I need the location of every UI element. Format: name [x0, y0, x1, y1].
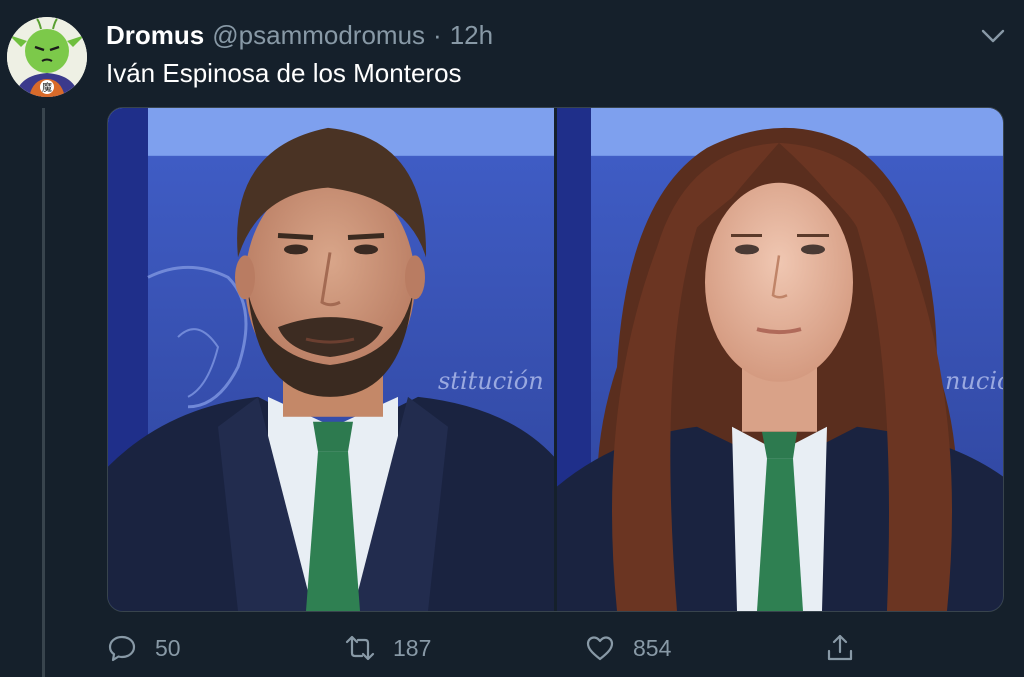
svg-text:stitución: stitución: [438, 367, 544, 395]
share-icon: [827, 634, 853, 661]
thread-line: [42, 108, 45, 677]
separator-dot: ·: [433, 20, 442, 50]
avatar[interactable]: 魔: [7, 17, 87, 97]
retweet-button[interactable]: 187: [345, 628, 431, 668]
tweet-actions: 50 187 854: [107, 628, 867, 668]
reply-count: 50: [155, 635, 181, 661]
speech-bubble-icon: [108, 635, 136, 662]
tweet-text: Iván Espinosa de los Monteros: [106, 58, 462, 88]
timestamp[interactable]: 12h: [450, 18, 493, 52]
display-name[interactable]: Dromus: [106, 18, 204, 52]
reply-button[interactable]: 50: [107, 628, 181, 668]
avatar-image: 魔: [7, 17, 87, 97]
chevron-down-icon[interactable]: [979, 24, 1007, 48]
photo-left[interactable]: stitución: [108, 108, 554, 611]
like-button[interactable]: 854: [585, 628, 671, 668]
heart-icon: [586, 636, 614, 661]
photo-right[interactable]: nució: [557, 108, 1003, 611]
like-count: 854: [633, 635, 672, 661]
svg-text:nució: nució: [945, 367, 1003, 395]
tweet-header: Dromus @psammodromus · 12h: [106, 18, 493, 52]
retweet-icon: [345, 635, 375, 661]
user-handle[interactable]: @psammodromus: [212, 18, 425, 52]
retweet-count: 187: [393, 635, 432, 661]
media-grid: stitución nuci: [107, 107, 1004, 612]
tweet-view: 魔 Dromus @psammodromus · 12h Iván Espino…: [0, 0, 1024, 677]
share-button[interactable]: [825, 628, 873, 668]
svg-text:魔: 魔: [42, 81, 52, 94]
